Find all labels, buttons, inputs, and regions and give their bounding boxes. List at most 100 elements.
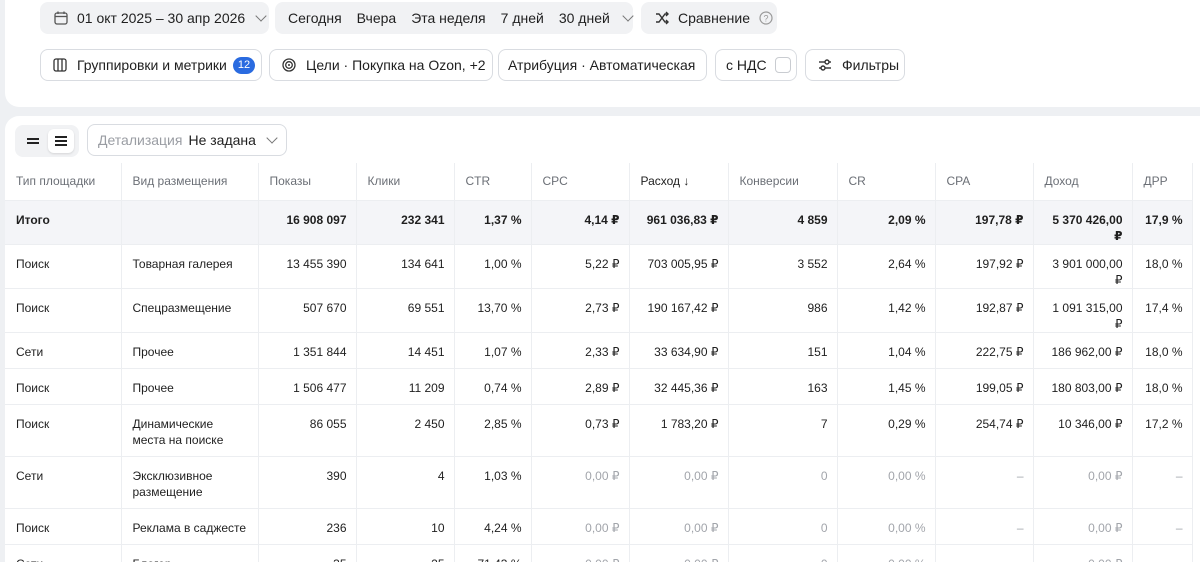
total-row: Итого 16 908 097 232 341 1,37 % 4,14 ₽961 03…: [5, 200, 1193, 245]
table-cell: 17,2 %: [1132, 404, 1193, 457]
table-cell: 25: [356, 544, 455, 562]
table-cell: 197,92 ₽: [935, 244, 1034, 289]
table-cell: 199,05 ₽: [935, 368, 1034, 405]
table-cell: 4 859: [728, 200, 838, 245]
table-cell: 7: [728, 404, 838, 457]
chevron-down-icon: [255, 10, 267, 22]
compare-button[interactable]: Сравнение ?: [641, 2, 777, 34]
column-header[interactable]: CPC: [531, 163, 630, 201]
chevron-down-icon: [266, 132, 278, 144]
table-cell: 0,00 %: [837, 456, 936, 509]
column-header-sorted[interactable]: Расход ↓: [629, 163, 729, 201]
table-cell: 18,0 %: [1132, 368, 1193, 405]
attribution-button[interactable]: Атрибуция · Автоматическая: [498, 49, 707, 81]
table-cell: 197,78 ₽: [935, 200, 1034, 245]
table-cell: 33 634,90 ₽: [629, 332, 729, 369]
table-cell: 390: [258, 456, 357, 509]
table-cell: 14 451: [356, 332, 455, 369]
compact-view-button[interactable]: [20, 129, 46, 153]
table-cell: 1,45 %: [837, 368, 936, 405]
table-cell: 2,64 %: [837, 244, 936, 289]
table-cell: 17,9 %: [1132, 200, 1193, 245]
column-header[interactable]: CTR: [454, 163, 532, 201]
column-header[interactable]: Конверсии: [728, 163, 838, 201]
table-cell: Прочее: [121, 368, 259, 405]
table-cell: 18,0 %: [1132, 244, 1193, 289]
table-cell: 18,0 %: [1132, 332, 1193, 369]
table-cell: Поиск: [5, 244, 122, 289]
attribution-label: Атрибуция · Автоматическая: [508, 57, 696, 73]
preset-7-days[interactable]: 7 дней: [501, 10, 544, 26]
table-cell: 1,00 %: [454, 244, 532, 289]
detail-select[interactable]: Детализация Не задана: [87, 124, 287, 156]
table-cell: 1,07 %: [454, 332, 532, 369]
table-cell: Прочее: [121, 332, 259, 369]
preset-today[interactable]: Сегодня: [288, 10, 342, 26]
goals-label: Цели · Покупка на Ozon, +2: [306, 57, 486, 73]
vat-checkbox[interactable]: [774, 57, 791, 73]
table-cell: –: [935, 456, 1034, 509]
table-cell: 3 552: [728, 244, 838, 289]
help-icon[interactable]: ?: [758, 10, 774, 26]
table-cell: Спецразмещение: [121, 288, 259, 333]
preset-30-days[interactable]: 30 дней: [559, 10, 610, 26]
table-cell: 192,87 ₽: [935, 288, 1034, 333]
table-cell: 86 055: [258, 404, 357, 457]
vat-label: с НДС: [726, 57, 767, 73]
table-cell: 10: [356, 508, 455, 545]
table-cell: Итого: [5, 200, 122, 245]
table-cell: 986: [728, 288, 838, 333]
table-cell: –: [935, 508, 1034, 545]
regular-view-button[interactable]: [48, 129, 74, 153]
table-cell: Товарная галерея: [121, 244, 259, 289]
table-cell: 69 551: [356, 288, 455, 333]
table-cell: –: [1132, 544, 1193, 562]
table-cell: 16 908 097: [258, 200, 357, 245]
preset-this-week[interactable]: Эта неделя: [411, 10, 485, 26]
table-cell: Поиск: [5, 288, 122, 333]
table-cell: 1 091 315,00 ₽: [1033, 288, 1133, 333]
table-cell: 232 341: [356, 200, 455, 245]
table-cell: 0,00 ₽: [531, 456, 630, 509]
table-cell: 180 803,00 ₽: [1033, 368, 1133, 405]
column-header[interactable]: Клики: [356, 163, 455, 201]
groupings-label: Группировки и метрики: [77, 57, 227, 73]
column-header[interactable]: ДРР: [1132, 163, 1193, 201]
column-header[interactable]: CPA: [935, 163, 1034, 201]
table-cell: 2,89 ₽: [531, 368, 630, 405]
table-cell: 13 455 390: [258, 244, 357, 289]
table-cell: Сети: [5, 456, 122, 509]
date-presets-group: Сегодня Вчера Эта неделя 7 дней 30 дней: [275, 2, 634, 34]
table-cell: 35: [258, 544, 357, 562]
column-header[interactable]: Показы: [258, 163, 357, 201]
table-cell: 236: [258, 508, 357, 545]
table-cell: 186 962,00 ₽: [1033, 332, 1133, 369]
date-range-picker[interactable]: 01 окт 2025 – 30 апр 2026: [40, 2, 269, 34]
table-cell: Эксклюзивное размещение: [121, 456, 259, 509]
table-cell: 190 167,42 ₽: [629, 288, 729, 333]
goals-button[interactable]: Цели · Покупка на Ozon, +2: [269, 49, 493, 81]
table-cell: Реклама в саджесте: [121, 508, 259, 545]
filters-label: Фильтры: [842, 57, 900, 73]
table-cell: 0,00 %: [837, 508, 936, 545]
table-cell: 0,00 ₽: [629, 508, 729, 545]
table-row: Поиск Динамические места на поиске 86 055 2…: [5, 404, 1193, 457]
table-cell: 0: [728, 456, 838, 509]
column-header[interactable]: Тип площадки: [5, 163, 122, 201]
filters-button[interactable]: Фильтры: [805, 49, 905, 81]
table-cell: 17,4 %: [1132, 288, 1193, 333]
table-cell: 151: [728, 332, 838, 369]
svg-text:?: ?: [763, 14, 768, 24]
column-header[interactable]: CR: [837, 163, 936, 201]
preset-yesterday[interactable]: Вчера: [357, 10, 397, 26]
column-header[interactable]: Доход: [1033, 163, 1133, 201]
stats-table: Тип площадки Вид размещения Показы Клики…: [5, 163, 1193, 562]
groupings-metrics-button[interactable]: Группировки и метрики 12: [40, 49, 262, 81]
vat-toggle[interactable]: с НДС: [715, 49, 797, 81]
table-cell: Сети: [5, 332, 122, 369]
column-header[interactable]: Вид размещения: [121, 163, 259, 201]
table-cell: 1,04 %: [837, 332, 936, 369]
detail-select-value: Не задана: [188, 132, 256, 148]
table-cell: 0,29 %: [837, 404, 936, 457]
table-cell: Динамические места на поиске: [121, 404, 259, 457]
